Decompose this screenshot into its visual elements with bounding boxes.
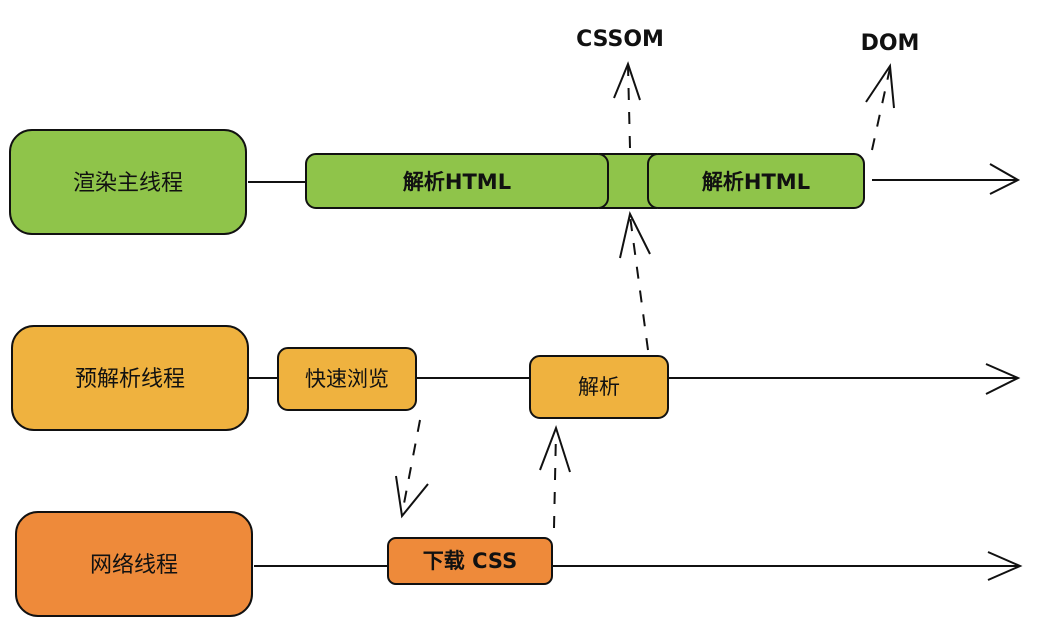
task-parse-html-2-label: 解析HTML bbox=[702, 170, 810, 194]
thread-preparse: 预解析线程 bbox=[11, 325, 249, 431]
task-parse: 解析 bbox=[529, 355, 669, 419]
output-dom-label: DOM bbox=[861, 31, 920, 56]
task-parse-html-1-label: 解析HTML bbox=[403, 170, 511, 194]
network-timeline bbox=[254, 551, 1023, 581]
thread-preparse-label: 预解析线程 bbox=[75, 367, 185, 392]
output-cssom-label: CSSOM bbox=[576, 27, 664, 52]
task-download-css: 下载 CSS bbox=[387, 537, 553, 585]
task-download-css-label: 下载 CSS bbox=[423, 549, 517, 573]
diagram: 渲染主线程 预解析线程 网络线程 解析HTML 解析HTML 快速浏览 解析 下… bbox=[0, 0, 1046, 630]
thread-render: 渲染主线程 bbox=[9, 129, 247, 235]
task-parse-html-2: 解析HTML bbox=[647, 153, 865, 209]
arrow-to-cssom bbox=[613, 61, 641, 149]
task-quick-browse: 快速浏览 bbox=[277, 347, 417, 411]
task-parse-html-1: 解析HTML bbox=[305, 153, 609, 209]
thread-render-label: 渲染主线程 bbox=[73, 171, 183, 196]
task-quick-browse-label: 快速浏览 bbox=[305, 367, 389, 391]
arrow-to-dom bbox=[865, 63, 895, 151]
thread-network-label: 网络线程 bbox=[90, 553, 178, 578]
diagram-canvas: 渲染主线程 预解析线程 网络线程 解析HTML 解析HTML 快速浏览 解析 下… bbox=[9, 27, 1023, 617]
arrow-download-to-parse bbox=[539, 424, 571, 529]
thread-network: 网络线程 bbox=[15, 511, 253, 617]
arrow-quickbrowse-to-download bbox=[395, 419, 429, 519]
task-parse-label: 解析 bbox=[578, 375, 620, 399]
arrow-parse-to-render bbox=[619, 211, 651, 351]
